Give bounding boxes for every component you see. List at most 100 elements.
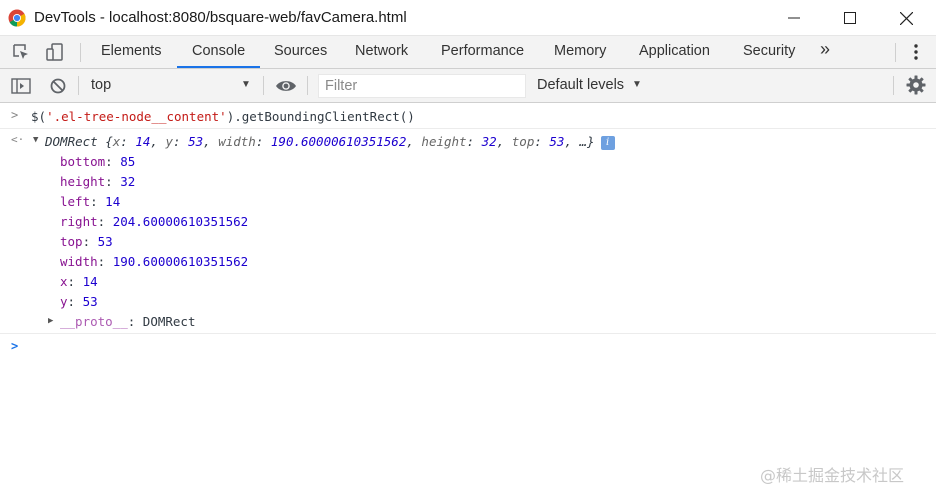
preview-key: height (421, 134, 467, 149)
device-mode-icon (46, 43, 63, 61)
property-row: left: 14 (60, 194, 121, 209)
tab-performance[interactable]: Performance (441, 43, 524, 59)
property-value: 85 (120, 154, 136, 169)
log-levels-dropdown[interactable]: Default levels (537, 77, 624, 93)
preview-key: x (112, 134, 121, 149)
minimize-button[interactable] (766, 0, 822, 36)
console-command[interactable]: $('.el-tree-node__content').getBoundingC… (31, 109, 415, 124)
gear-icon (906, 75, 926, 95)
device-toolbar-button[interactable] (44, 42, 66, 62)
sidebar-toggle-icon (11, 78, 31, 94)
command-selector: '.el-tree-node__content' (46, 109, 227, 124)
property-row: height: 32 (60, 174, 136, 189)
active-tab-indicator (177, 66, 260, 68)
property-value: 14 (82, 274, 98, 289)
watermark: @稀土掘金技术社区 (760, 466, 905, 485)
tab-elements[interactable]: Elements (101, 43, 161, 59)
property-value: 14 (105, 194, 121, 209)
property-key: left (60, 194, 91, 209)
window-title: DevTools - localhost:8080/bsquare-web/fa… (34, 9, 407, 26)
clear-console-button[interactable] (47, 76, 69, 96)
entry-divider (0, 128, 936, 129)
preview-key: y (165, 134, 173, 149)
proto-value: DOMRect (142, 314, 196, 329)
tab-application[interactable]: Application (639, 43, 710, 59)
info-icon[interactable]: i (600, 135, 615, 150)
property-row: y: 53 (60, 294, 98, 309)
result-arrow-icon: <· (11, 133, 25, 146)
property-row: top: 53 (60, 234, 113, 249)
toolbar-divider (78, 76, 79, 95)
chrome-logo-icon (8, 9, 26, 27)
context-dropdown-arrow-icon: ▼ (241, 79, 251, 90)
devtools-tabs-bar: Elements Console Sources Network Perform… (0, 36, 936, 69)
property-row: x: 14 (60, 274, 98, 289)
result-summary[interactable]: DOMRect {x: 14, y: 53, width: 190.600006… (45, 134, 615, 150)
preview-key: top (511, 134, 535, 149)
tab-security[interactable]: Security (743, 43, 795, 59)
clear-console-icon (50, 78, 66, 94)
expand-triangle-icon[interactable]: ▶ (48, 316, 53, 326)
close-button[interactable] (878, 0, 934, 36)
inspect-cursor-icon (13, 44, 28, 59)
property-key: top (60, 234, 83, 249)
preview-ellipsis: …} (579, 134, 595, 149)
preview-value: 14 (135, 134, 151, 149)
toolbar-divider (263, 76, 264, 95)
toolbar-divider (80, 43, 81, 62)
kebab-menu-icon (914, 44, 918, 60)
property-key: height (60, 174, 106, 189)
console-toolbar: top ▼ Default levels ▼ (0, 69, 936, 103)
tab-network[interactable]: Network (355, 43, 408, 59)
preview-value: 53 (549, 134, 565, 149)
more-tabs-button[interactable]: » (820, 39, 830, 60)
tab-sources[interactable]: Sources (274, 43, 327, 59)
console-output[interactable]: > $('.el-tree-node__content').getBoundin… (0, 103, 936, 499)
toolbar-divider (893, 76, 894, 95)
console-filter-input[interactable] (318, 74, 526, 98)
console-prompt-icon: > (11, 339, 19, 353)
preview-value: 53 (188, 134, 204, 149)
preview-value: 190.60000610351562 (270, 134, 407, 149)
inspect-element-button[interactable] (10, 42, 32, 62)
minimize-icon (788, 17, 800, 19)
property-key: y (60, 294, 68, 309)
levels-dropdown-arrow-icon: ▼ (632, 79, 642, 90)
command-suffix: ).getBoundingClientRect() (226, 109, 415, 124)
input-prompt-icon: > (11, 108, 19, 122)
property-key: width (60, 254, 98, 269)
maximize-icon (844, 12, 856, 24)
property-row: bottom: 85 (60, 154, 136, 169)
entry-divider (0, 333, 936, 334)
result-type: DOMRect (45, 134, 98, 149)
console-settings-button[interactable] (905, 75, 927, 95)
command-prefix: $( (31, 109, 47, 124)
property-value: 32 (120, 174, 136, 189)
preview-key: width (218, 134, 256, 149)
toolbar-divider (895, 43, 896, 62)
property-key: x (60, 274, 68, 289)
window-titlebar: DevTools - localhost:8080/bsquare-web/fa… (0, 0, 936, 36)
eye-icon (276, 81, 296, 91)
property-value: 190.60000610351562 (112, 254, 249, 269)
property-value: 204.60000610351562 (112, 214, 249, 229)
execution-context-select[interactable]: top (88, 75, 254, 97)
devtools-menu-button[interactable] (905, 42, 927, 62)
preview-value: 32 (481, 134, 497, 149)
property-row: width: 190.60000610351562 (60, 254, 249, 269)
close-icon (899, 11, 913, 25)
property-key: right (60, 214, 98, 229)
show-sidebar-button[interactable] (10, 76, 32, 96)
toolbar-divider (307, 76, 308, 95)
console-prompt-input[interactable] (31, 336, 921, 356)
maximize-button[interactable] (822, 0, 878, 36)
expand-triangle-icon[interactable]: ▼ (33, 135, 38, 145)
property-row: right: 204.60000610351562 (60, 214, 249, 229)
tab-memory[interactable]: Memory (554, 43, 606, 59)
property-value: 53 (82, 294, 98, 309)
proto-row[interactable]: __proto__: DOMRect (60, 314, 195, 329)
property-value: 53 (97, 234, 113, 249)
live-expression-button[interactable] (275, 76, 297, 96)
property-key: bottom (60, 154, 106, 169)
tab-console[interactable]: Console (192, 43, 245, 59)
